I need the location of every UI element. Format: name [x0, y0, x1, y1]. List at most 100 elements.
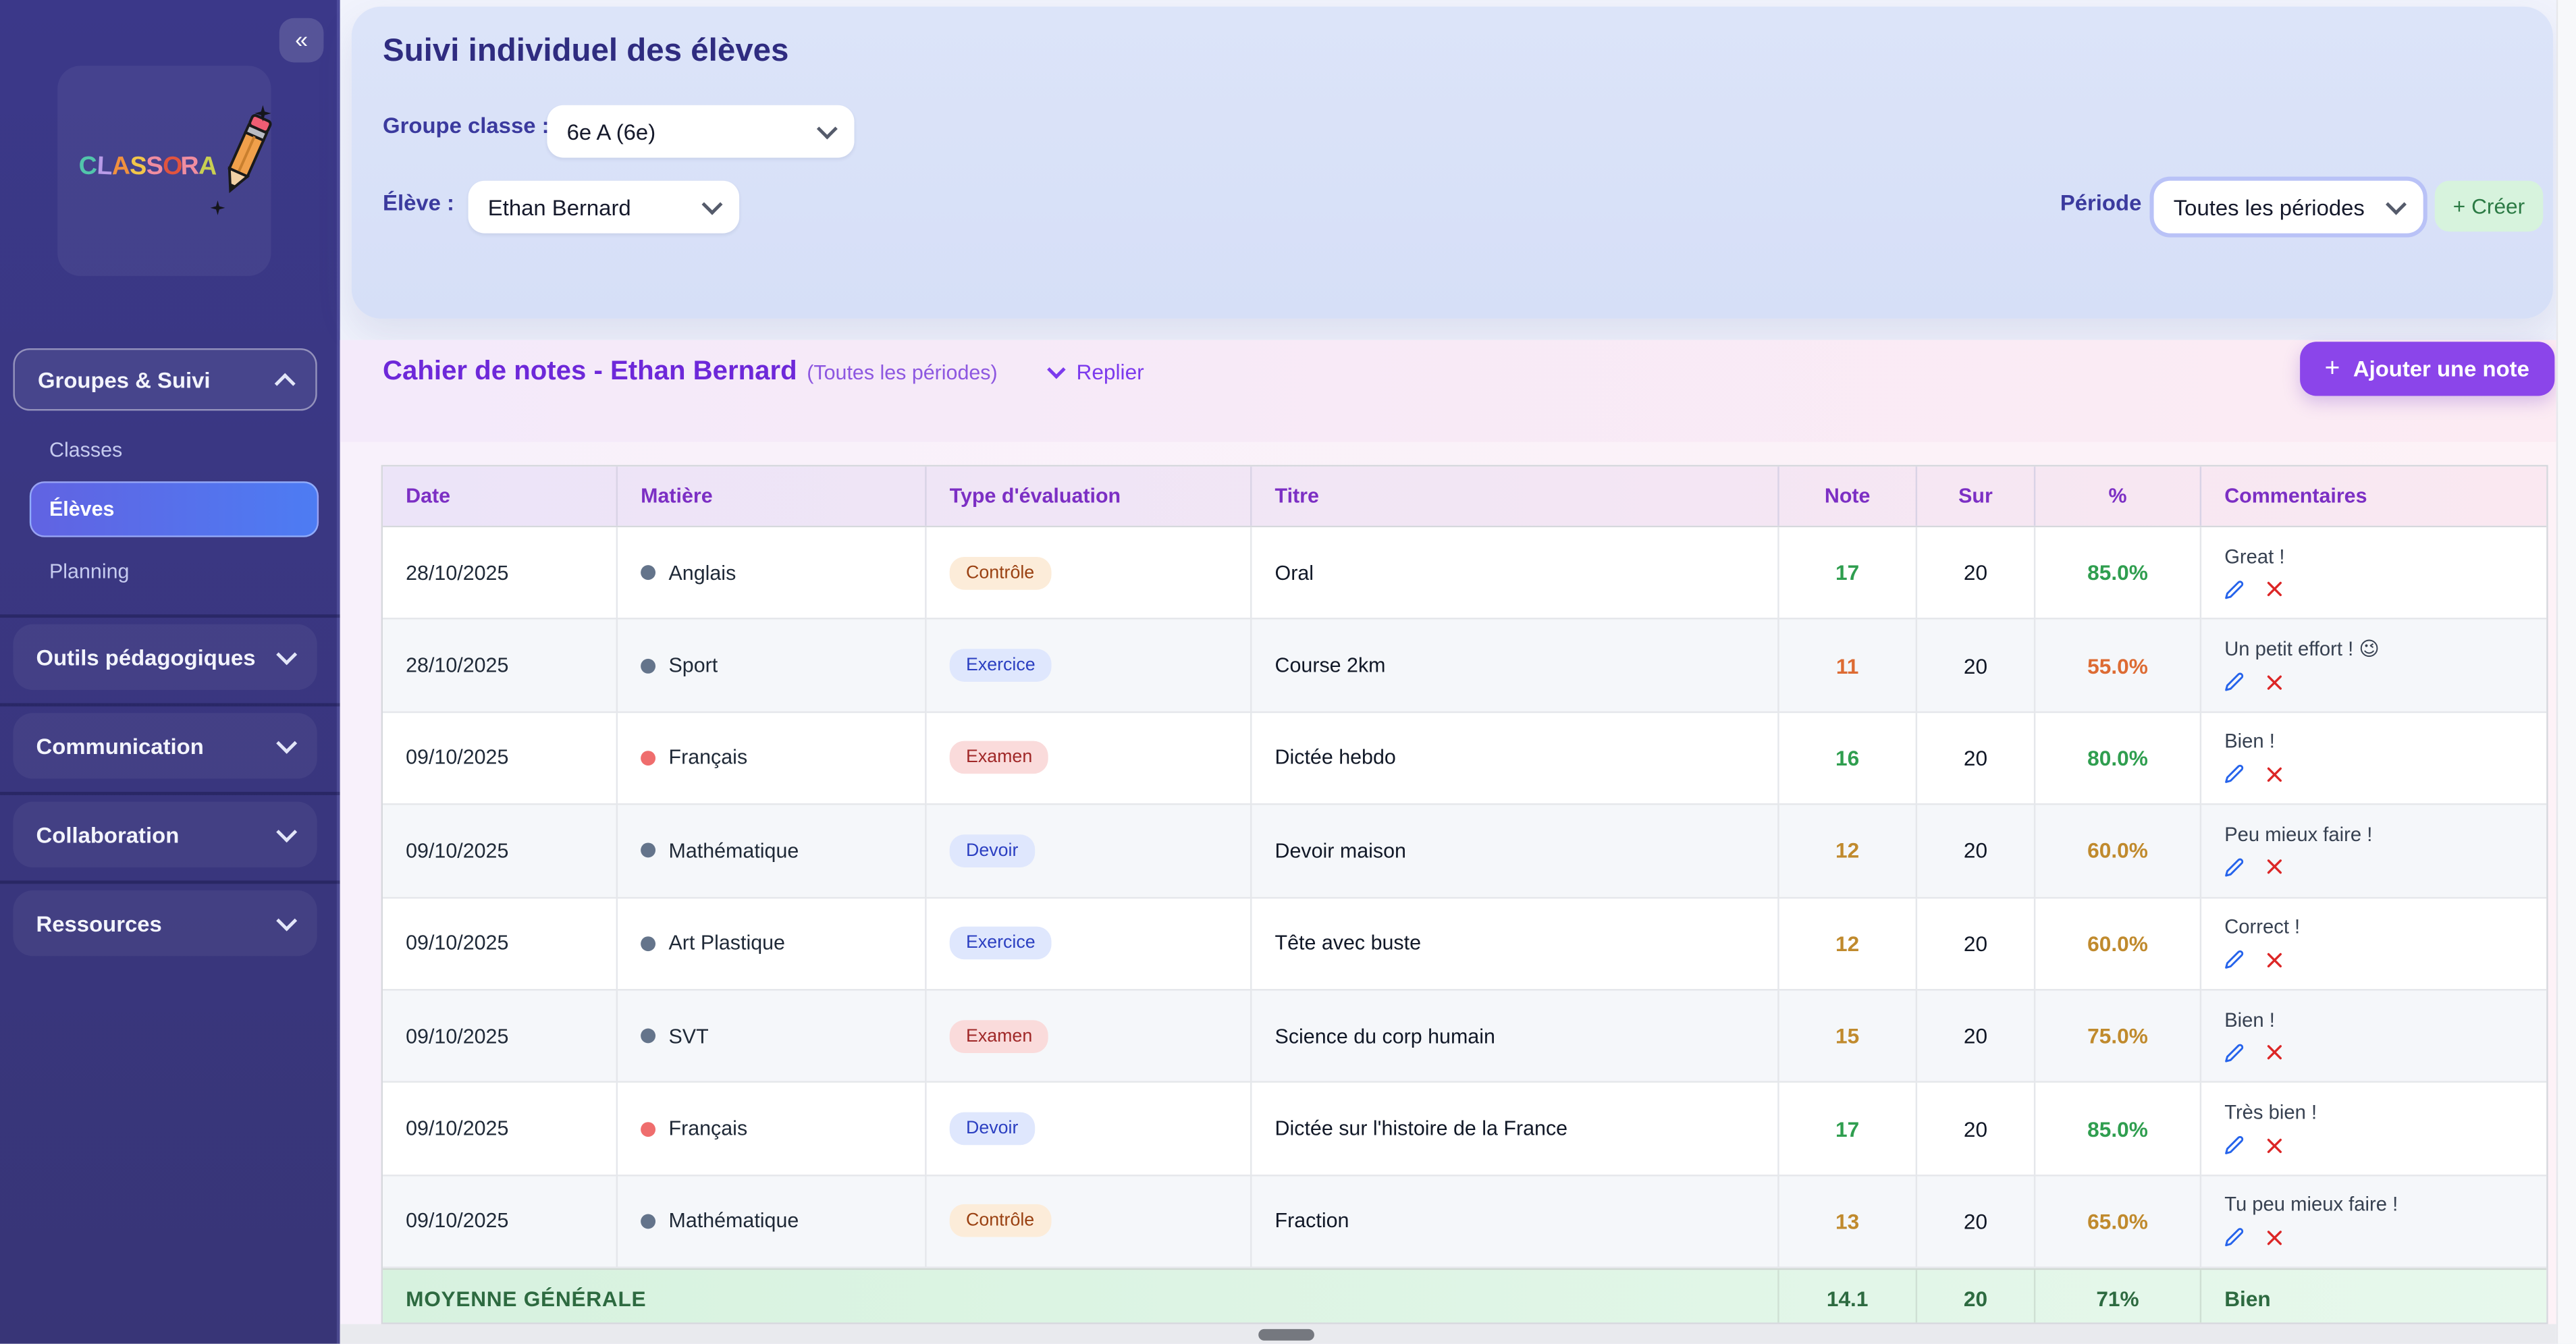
subject-name: Mathématique: [669, 1210, 799, 1233]
subject-name: Français: [669, 1117, 748, 1140]
grade-out-of: 20: [1917, 990, 2035, 1083]
column-header-titre: Titre: [1252, 466, 1779, 526]
comment-text: Un petit effort ! 😉: [2224, 639, 2380, 661]
grade-comment-cell: Bien !: [2201, 713, 2546, 805]
subject-name: Art Plastique: [669, 932, 785, 955]
edit-note-icon[interactable]: [2224, 765, 2244, 784]
grade-note: 15: [1779, 990, 1917, 1083]
notebook-title: Cahier de notes - Ethan Bernard: [383, 356, 797, 387]
collapse-notebook-toggle[interactable]: Replier: [1050, 360, 1144, 385]
student-select[interactable]: Ethan Bernard: [468, 181, 740, 234]
app-logo: CLASSORA: [57, 65, 271, 276]
subject-name: Anglais: [669, 562, 736, 585]
table-row: 09/10/2025 Français Examen Dictée hebdo …: [383, 713, 2546, 805]
grade-out-of: 20: [1917, 805, 2035, 898]
sparkle-icon: [211, 200, 225, 215]
main-content: Suivi individuel des élèves Groupe class…: [340, 0, 2556, 1344]
delete-note-icon[interactable]: [2265, 765, 2284, 784]
evaluation-type-badge: Devoir: [950, 1112, 1035, 1146]
sidebar-section-collaboration[interactable]: Collaboration: [13, 802, 317, 867]
delete-note-icon[interactable]: [2265, 1229, 2284, 1247]
section-label: Collaboration: [36, 822, 180, 847]
section-label: Ressources: [36, 911, 162, 936]
edit-note-icon[interactable]: [2224, 672, 2244, 692]
edit-note-icon[interactable]: [2224, 857, 2244, 877]
evaluation-type-badge: Contrôle: [950, 1205, 1051, 1238]
grade-subject: Anglais: [618, 527, 927, 620]
edit-note-icon[interactable]: [2224, 950, 2244, 969]
average-note: 14.1: [1779, 1270, 1917, 1324]
grade-type-cell: Devoir: [927, 1083, 1252, 1176]
section-label: Outils pédagogiques: [36, 645, 256, 670]
delete-note-icon[interactable]: [2265, 581, 2284, 599]
table-row: 09/10/2025 SVT Examen Science du corp hu…: [383, 990, 2546, 1083]
evaluation-type-badge: Exercice: [950, 927, 1052, 960]
comment-text: Bien !: [2224, 732, 2275, 753]
edit-note-icon[interactable]: [2224, 1228, 2244, 1247]
edit-note-icon[interactable]: [2224, 1135, 2244, 1155]
subject-name: Mathématique: [669, 839, 799, 862]
period-select[interactable]: Toutes les périodes: [2154, 181, 2423, 234]
grade-subject: Art Plastique: [618, 898, 927, 990]
sidebar-section-outils-pedagogiques[interactable]: Outils pédagogiques: [13, 624, 317, 690]
subject-name: Français: [669, 747, 748, 770]
table-footer-row: MOYENNE GÉNÉRALE 14.1 20 71% Bien: [383, 1268, 2546, 1324]
column-header-type: Type d'évaluation: [927, 466, 1252, 526]
group-class-value: 6e A (6e): [567, 119, 656, 144]
column-header-date: Date: [383, 466, 618, 526]
grade-percent: 85.0%: [2035, 1083, 2201, 1176]
sidebar-item-classes[interactable]: Classes: [49, 439, 122, 462]
table-header-row: Date Matière Type d'évaluation Titre Not…: [383, 466, 2546, 527]
sidebar-collapse-button[interactable]: «: [279, 18, 324, 63]
grade-title: Tête avec buste: [1252, 898, 1779, 990]
grade-date: 09/10/2025: [383, 898, 618, 990]
sidebar-item-eleves[interactable]: Élèves: [30, 481, 319, 537]
table-row: 28/10/2025 Sport Exercice Course 2km 11 …: [383, 620, 2546, 712]
edit-note-icon[interactable]: [2224, 579, 2244, 599]
grade-type-cell: Exercice: [927, 898, 1252, 990]
subject-color-dot: [641, 1029, 655, 1044]
grade-title: Fraction: [1252, 1176, 1779, 1268]
evaluation-type-badge: Exercice: [950, 649, 1052, 682]
add-note-button[interactable]: + Ajouter une note: [2300, 342, 2554, 396]
app-window: « CLASSORA Groupes & Suivi Classes: [0, 0, 2576, 1344]
grade-comment-cell: Bien !: [2201, 990, 2546, 1083]
delete-note-icon[interactable]: [2265, 1136, 2284, 1154]
evaluation-type-badge: Examen: [950, 1019, 1049, 1052]
comment-text: Tu peu mieux faire !: [2224, 1195, 2398, 1216]
group-class-select[interactable]: 6e A (6e): [547, 105, 854, 158]
create-label: Créer: [2471, 194, 2525, 219]
create-period-button[interactable]: + Créer: [2435, 181, 2544, 232]
grade-type-cell: Devoir: [927, 805, 1252, 898]
edit-note-icon[interactable]: [2224, 1043, 2244, 1063]
sidebar-item-planning[interactable]: Planning: [49, 560, 129, 583]
grade-type-cell: Contrôle: [927, 1176, 1252, 1268]
sidebar-section-groupes-suivi[interactable]: Groupes & Suivi: [13, 348, 317, 410]
delete-note-icon[interactable]: [2265, 858, 2284, 876]
chevron-down-icon: [2386, 194, 2407, 215]
filters-panel: Suivi individuel des élèves Groupe class…: [352, 7, 2553, 319]
delete-note-icon[interactable]: [2265, 673, 2284, 691]
scrollbar-thumb[interactable]: [1258, 1328, 1314, 1340]
grade-percent: 75.0%: [2035, 990, 2201, 1083]
section-label: Communication: [36, 734, 204, 759]
subject-color-dot: [641, 751, 655, 765]
plus-icon: +: [2453, 194, 2465, 219]
vertical-scrollbar[interactable]: [2556, 0, 2576, 1344]
delete-note-icon[interactable]: [2265, 950, 2284, 969]
delete-note-icon[interactable]: [2265, 1044, 2284, 1062]
column-header-note: Note: [1779, 466, 1917, 526]
subject-name: SVT: [669, 1025, 709, 1048]
sidebar-section-ressources[interactable]: Ressources: [13, 890, 317, 956]
subject-color-dot: [641, 566, 655, 581]
period-value: Toutes les périodes: [2174, 194, 2365, 219]
horizontal-scrollbar[interactable]: [340, 1324, 2556, 1344]
grade-type-cell: Contrôle: [927, 527, 1252, 620]
divider: [0, 792, 340, 795]
grade-date: 28/10/2025: [383, 527, 618, 620]
column-header-matiere: Matière: [618, 466, 927, 526]
comment-text: Correct !: [2224, 917, 2300, 939]
sidebar-section-communication[interactable]: Communication: [13, 713, 317, 778]
column-header-sur: Sur: [1917, 466, 2035, 526]
grade-note: 11: [1779, 620, 1917, 712]
